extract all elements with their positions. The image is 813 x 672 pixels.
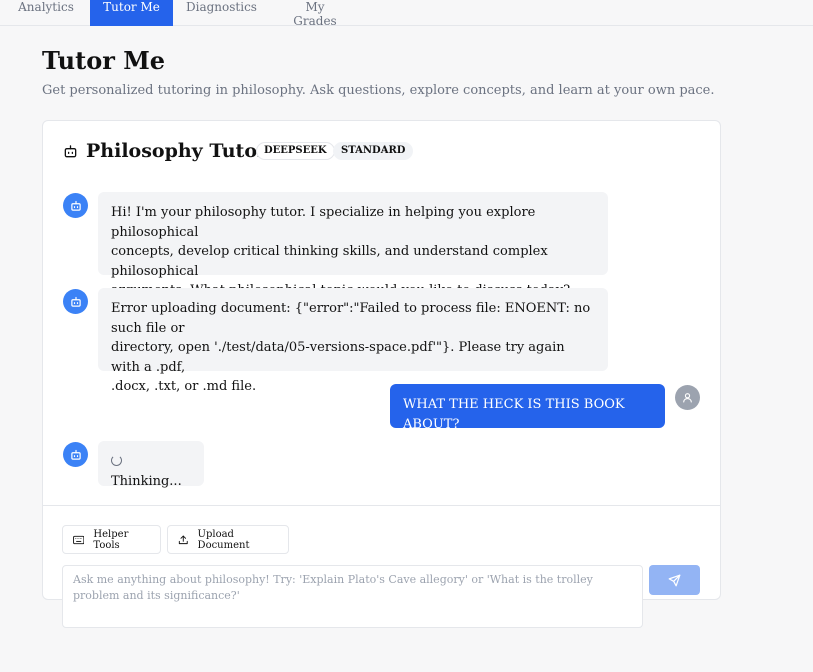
message-line: Error uploading document: {"error":"Fail… xyxy=(111,301,591,336)
mode-badge: STANDARD xyxy=(333,142,414,160)
message-text: WHAT THE HECK IS THIS BOOK ABOUT? xyxy=(403,397,625,432)
tab-my-grades[interactable]: My Grades xyxy=(282,0,348,28)
top-nav: Analytics Tutor Me Diagnostics My Grades xyxy=(0,0,813,28)
send-icon xyxy=(668,574,681,586)
keyboard-icon xyxy=(73,535,85,544)
tutor-title: Philosophy Tutor xyxy=(86,140,268,162)
tab-analytics[interactable]: Analytics xyxy=(14,0,78,26)
message-line: directory, open './test/data/05-versions… xyxy=(111,340,565,375)
upload-document-label: Upload Document xyxy=(197,528,250,551)
bot-avatar xyxy=(63,193,88,218)
upload-icon xyxy=(178,535,188,544)
thinking-text: Thinking... xyxy=(111,473,182,489)
tab-diagnostics[interactable]: Diagnostics xyxy=(186,0,257,26)
assistant-message: Hi! I'm your philosophy tutor. I special… xyxy=(98,192,608,298)
assistant-error-message: Error uploading document: {"error":"Fail… xyxy=(98,288,608,394)
bot-icon xyxy=(70,449,81,460)
helper-tools-button[interactable]: Helper Tools xyxy=(62,525,161,554)
chat-card: Philosophy Tutor DEEPSEEK STANDARD Hi! I… xyxy=(42,120,721,600)
user-avatar xyxy=(675,385,700,410)
chat-header: Philosophy Tutor DEEPSEEK STANDARD xyxy=(43,121,720,181)
upload-document-button[interactable]: Upload Document xyxy=(167,525,289,554)
page-subtitle: Get personalized tutoring in philosophy.… xyxy=(42,83,715,98)
send-button[interactable] xyxy=(649,565,700,595)
spinner-icon xyxy=(111,455,122,466)
bot-icon xyxy=(64,145,77,158)
bot-icon xyxy=(70,296,81,307)
thinking-message: Thinking... xyxy=(98,441,204,489)
bot-avatar xyxy=(63,289,88,314)
user-icon xyxy=(683,393,692,403)
model-badge: DEEPSEEK xyxy=(256,142,335,160)
message-line: Hi! I'm your philosophy tutor. I special… xyxy=(111,205,536,240)
helper-tools-label: Helper Tools xyxy=(93,528,129,551)
user-message: WHAT THE HECK IS THIS BOOK ABOUT? xyxy=(390,384,665,432)
tab-tutor-me[interactable]: Tutor Me xyxy=(90,0,173,26)
page-title: Tutor Me xyxy=(42,46,166,75)
bot-icon xyxy=(70,200,81,211)
chat-input[interactable] xyxy=(62,565,643,628)
bot-avatar xyxy=(63,442,88,467)
divider xyxy=(43,505,720,506)
message-line: concepts, develop critical thinking skil… xyxy=(111,244,548,279)
